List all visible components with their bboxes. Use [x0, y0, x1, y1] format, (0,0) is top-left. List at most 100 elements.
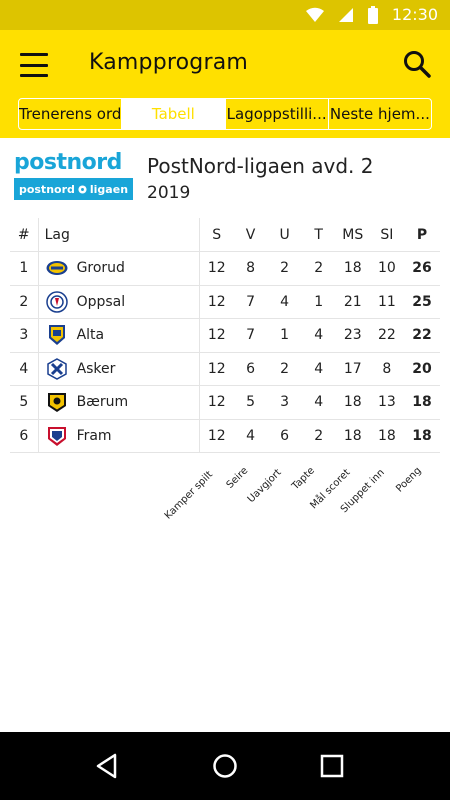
- legend-matches: Kamper spilt: [162, 469, 215, 522]
- status-time: 12:30: [391, 5, 438, 24]
- points: 18: [403, 419, 440, 453]
- wins: 6: [233, 352, 268, 386]
- recents-button[interactable]: [318, 752, 346, 780]
- draws: 2: [267, 352, 302, 386]
- battery-icon: [367, 5, 378, 24]
- header-goals-scored: MS: [335, 218, 370, 252]
- wins: 7: [233, 285, 268, 319]
- points: 18: [403, 385, 440, 420]
- table-row[interactable]: 5 Bærum 12 5 3 4 18 13 18: [10, 385, 440, 420]
- wins: 7: [233, 318, 268, 353]
- matches: 12: [199, 251, 234, 286]
- matches: 12: [199, 285, 234, 319]
- losses: 2: [301, 251, 336, 286]
- losses: 2: [301, 419, 336, 453]
- row-rank: 2: [10, 285, 39, 319]
- goals-scored: 18: [335, 385, 370, 420]
- goals-conceded: 22: [369, 318, 404, 353]
- header-wins: V: [233, 218, 268, 252]
- draws: 2: [267, 251, 302, 286]
- alta-crest-icon: [48, 325, 65, 346]
- goals-scored: 21: [335, 285, 370, 319]
- column-legend: Kamper spilt Seire Uavgjort Tapte Mål sc…: [0, 458, 450, 528]
- draws: 3: [267, 385, 302, 420]
- league-header: postnord postnord ligaen PostNord-ligaen…: [0, 138, 450, 218]
- postnord-ligaen-logo: postnord postnord ligaen: [14, 152, 133, 202]
- team-name: Grorud: [76, 260, 125, 277]
- team-name: Fram: [76, 427, 112, 444]
- league-year: 2019: [147, 183, 191, 203]
- team-name: Alta: [76, 327, 105, 344]
- points: 22: [403, 318, 440, 353]
- goals-scored: 17: [335, 352, 370, 386]
- header-matches: S: [199, 218, 234, 252]
- goals-conceded: 13: [369, 385, 404, 420]
- header-team: Lag: [37, 218, 200, 252]
- draws: 6: [267, 419, 302, 453]
- table-row[interactable]: 4 Asker 12 6 2 4 17 8 20: [10, 352, 440, 386]
- table-header-row: # Lag S V U T MS SI P: [10, 218, 440, 252]
- legend-wins: Seire: [224, 465, 250, 491]
- row-rank: 6: [10, 419, 39, 453]
- losses: 4: [301, 318, 336, 353]
- oppsal-crest-icon: [45, 291, 68, 313]
- losses: 1: [301, 285, 336, 319]
- goals-conceded: 8: [369, 352, 404, 386]
- table-row[interactable]: 2 Oppsal 12 7 4 1 21 11 25: [10, 285, 440, 319]
- hamburger-icon: [20, 53, 48, 56]
- legend-losses: Tapte: [290, 465, 317, 493]
- row-rank: 3: [10, 318, 39, 353]
- matches: 12: [199, 385, 234, 420]
- points: 26: [403, 251, 440, 286]
- header-points: P: [403, 218, 440, 252]
- app-bar: Kampprogram Trenerens ord Tabell Lagopps…: [0, 30, 450, 138]
- league-name: PostNord-ligaen avd. 2: [147, 154, 374, 178]
- losses: 4: [301, 352, 336, 386]
- menu-button[interactable]: [20, 53, 48, 77]
- row-rank: 1: [10, 251, 39, 286]
- row-rank: 4: [10, 352, 39, 386]
- home-button[interactable]: [211, 752, 239, 780]
- matches: 12: [199, 419, 234, 453]
- back-icon: [96, 753, 117, 779]
- tab-neste-hjemmekamp[interactable]: Neste hjem...: [329, 99, 431, 129]
- table-row[interactable]: 1 Grorud 12 8 2 2 18 10 26: [10, 251, 440, 286]
- baerum-crest-icon: [47, 393, 66, 413]
- header-draws: U: [267, 218, 302, 252]
- back-button[interactable]: [94, 752, 122, 780]
- header-goals-conceded: SI: [369, 218, 404, 252]
- legend-draws: Uavgjort: [246, 467, 284, 506]
- points: 25: [403, 285, 440, 319]
- draws: 1: [267, 318, 302, 353]
- header-losses: T: [301, 218, 336, 252]
- wins: 4: [233, 419, 268, 453]
- tab-bar: Trenerens ord Tabell Lagoppstilli... Nes…: [18, 98, 432, 130]
- matches: 12: [199, 352, 234, 386]
- recents-icon: [320, 754, 344, 778]
- tab-tabell[interactable]: Tabell: [122, 99, 226, 129]
- goals-conceded: 10: [369, 251, 404, 286]
- asker-crest-icon: [46, 357, 67, 380]
- page-title: Kampprogram: [89, 50, 249, 75]
- header-rank: #: [10, 218, 39, 252]
- goals-conceded: 11: [369, 285, 404, 319]
- points: 20: [403, 352, 440, 386]
- table-row[interactable]: 6 Fram 12 4 6 2 18 18 18: [10, 419, 440, 453]
- losses: 4: [301, 385, 336, 420]
- home-icon: [213, 754, 237, 778]
- logo-banner: postnord ligaen: [14, 178, 133, 200]
- legend-points: Poeng: [394, 465, 424, 495]
- goals-scored: 18: [335, 419, 370, 453]
- wins: 8: [233, 251, 268, 286]
- draws: 4: [267, 285, 302, 319]
- team-name: Bærum: [76, 394, 129, 411]
- matches: 12: [199, 318, 234, 353]
- standings-table: # Lag S V U T MS SI P 1 Grorud 12 8 2 2 …: [10, 218, 440, 453]
- status-bar: 12:30: [0, 0, 450, 30]
- search-icon: [404, 51, 431, 78]
- table-row[interactable]: 3 Alta 12 7 1 4 23 22 22: [10, 318, 440, 353]
- screen: 12:30 Kampprogram Trenerens ord Tabell L…: [0, 0, 450, 800]
- tab-trenerens-ord[interactable]: Trenerens ord: [19, 99, 123, 129]
- tab-lagoppstilling[interactable]: Lagoppstilli...: [226, 99, 329, 129]
- search-button[interactable]: [402, 49, 432, 79]
